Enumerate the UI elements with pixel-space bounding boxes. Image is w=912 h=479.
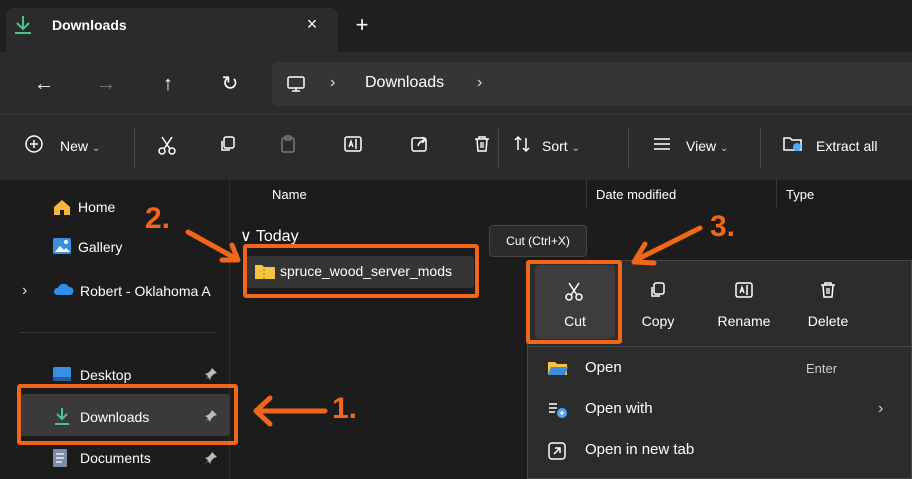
arrow-to-cut [637,225,703,261]
annotation-arrows [185,225,703,427]
arrow-to-file [185,229,238,261]
